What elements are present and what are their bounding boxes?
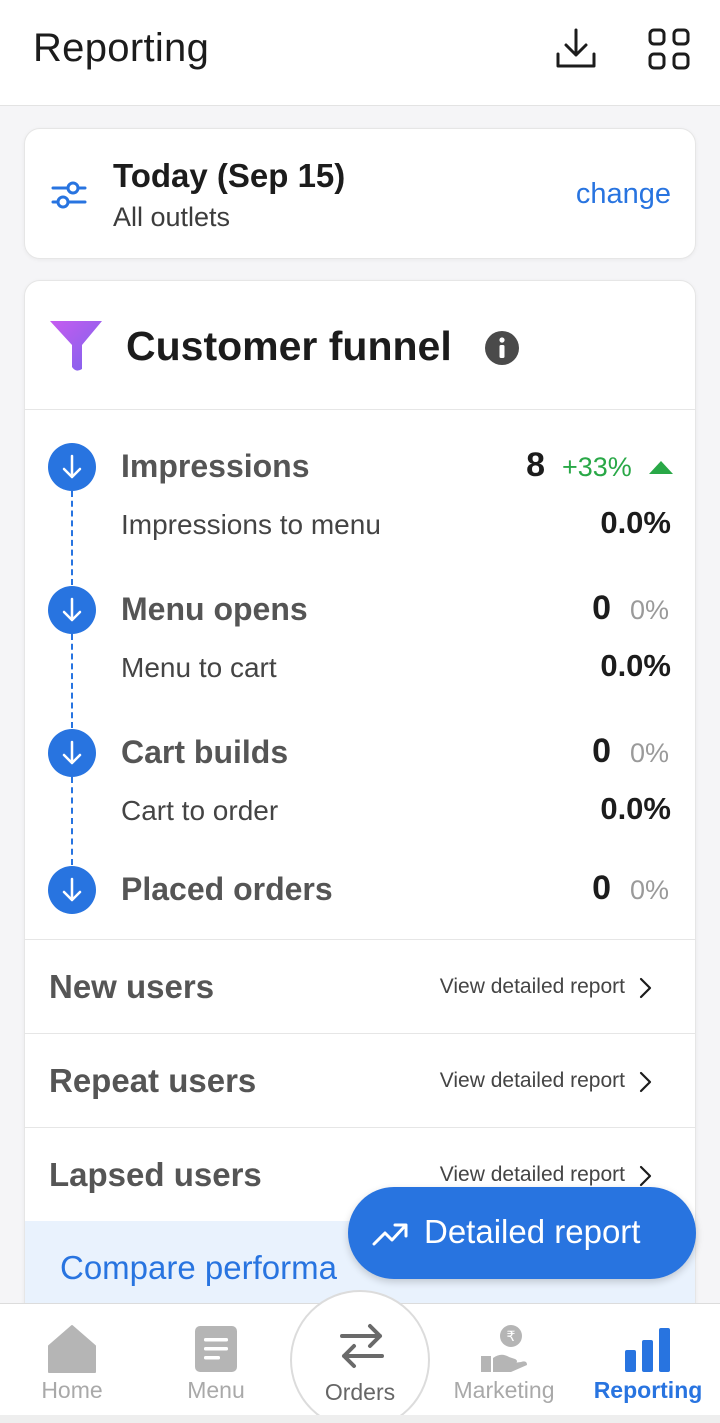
conversion-impressions-to-menu-label: Impressions to menu (121, 509, 381, 540)
info-icon[interactable] (484, 330, 520, 366)
home-icon (48, 1325, 96, 1373)
repeat-users-label: Repeat users (49, 1062, 257, 1099)
step-arrow-down-icon (48, 866, 96, 914)
step-menu-opens-count: 0 (592, 589, 611, 627)
step-impressions-count: 8 (526, 446, 545, 484)
change-filter-link[interactable]: change (576, 178, 671, 211)
chevron-right-icon (639, 1165, 652, 1187)
bar-chart-icon (625, 1328, 670, 1372)
sliders-icon (51, 177, 87, 213)
step-placed-orders-change: 0% (630, 875, 670, 905)
chevron-right-icon (639, 1071, 652, 1093)
step-impressions-change: +33% (562, 452, 632, 482)
funnel-title: Customer funnel (126, 323, 452, 369)
funnel-icon (48, 319, 104, 373)
swap-arrows-icon (340, 1324, 384, 1368)
lapsed-users-label: Lapsed users (49, 1156, 262, 1193)
svg-text:₹: ₹ (507, 1329, 516, 1345)
step-arrow-down-icon (48, 586, 96, 634)
funnel-connector (71, 491, 73, 585)
rupee-hand-icon: ₹ (481, 1325, 527, 1372)
grid-icon[interactable] (646, 26, 692, 72)
conversion-cart-to-order-value: 0.0% (600, 791, 671, 826)
step-arrow-down-icon (48, 443, 96, 491)
chevron-right-icon (639, 977, 652, 999)
funnel-connector (71, 634, 73, 728)
bottom-navigation: Home Menu Orders ₹ Marketing Reporting (0, 1290, 720, 1423)
outlet-label: All outlets (113, 202, 231, 232)
step-impressions-label: Impressions (121, 448, 310, 484)
step-cart-builds-change: 0% (630, 738, 670, 768)
nav-orders-label: Orders (324, 1379, 396, 1405)
conversion-impressions-to-menu-value: 0.0% (600, 505, 671, 540)
nav-menu[interactable]: Menu (144, 1304, 288, 1423)
conversion-menu-to-cart-label: Menu to cart (121, 652, 277, 683)
conversion-cart-to-order-label: Cart to order (121, 795, 279, 826)
step-cart-builds-label: Cart builds (121, 734, 289, 770)
detailed-report-label: Detailed report (424, 1213, 641, 1250)
nav-reporting-label: Reporting (593, 1377, 703, 1403)
view-detailed-report-link[interactable]: View detailed report (440, 1069, 625, 1093)
nav-orders[interactable]: Orders (290, 1290, 430, 1423)
new-users-label: New users (49, 968, 215, 1005)
nav-marketing-label: Marketing (453, 1377, 555, 1403)
date-range-label: Today (Sep 15) (113, 157, 346, 194)
view-detailed-report-link[interactable]: View detailed report (440, 975, 625, 999)
nav-marketing[interactable]: ₹ Marketing (432, 1304, 576, 1423)
date-filter-card[interactable]: Today (Sep 15) All outlets change (24, 128, 696, 259)
download-icon[interactable] (553, 26, 599, 72)
step-arrow-down-icon (48, 729, 96, 777)
detailed-report-button[interactable]: Detailed report (348, 1187, 696, 1279)
new-users-row[interactable]: New users View detailed report (25, 939, 695, 1033)
step-placed-orders-label: Placed orders (121, 871, 333, 907)
system-gesture-bar (0, 1415, 720, 1423)
trend-up-icon (649, 461, 673, 474)
step-placed-orders-count: 0 (592, 869, 611, 907)
view-detailed-report-link[interactable]: View detailed report (440, 1163, 625, 1187)
page-title: Reporting (33, 26, 210, 70)
step-menu-opens-change: 0% (630, 595, 670, 625)
funnel-connector (71, 777, 73, 865)
nav-home-label: Home (41, 1377, 103, 1403)
top-header: Reporting (0, 0, 720, 106)
step-menu-opens-label: Menu opens (121, 591, 308, 627)
nav-home[interactable]: Home (0, 1304, 144, 1423)
funnel-card-header: Customer funnel (25, 281, 695, 410)
step-cart-builds-count: 0 (592, 732, 611, 770)
nav-menu-label: Menu (187, 1377, 245, 1403)
trending-up-icon (372, 1223, 408, 1246)
repeat-users-row[interactable]: Repeat users View detailed report (25, 1033, 695, 1127)
conversion-menu-to-cart-value: 0.0% (600, 648, 671, 683)
menu-doc-icon (195, 1326, 237, 1372)
nav-reporting[interactable]: Reporting (576, 1304, 720, 1423)
compare-performance-label: Compare performa (60, 1249, 337, 1286)
